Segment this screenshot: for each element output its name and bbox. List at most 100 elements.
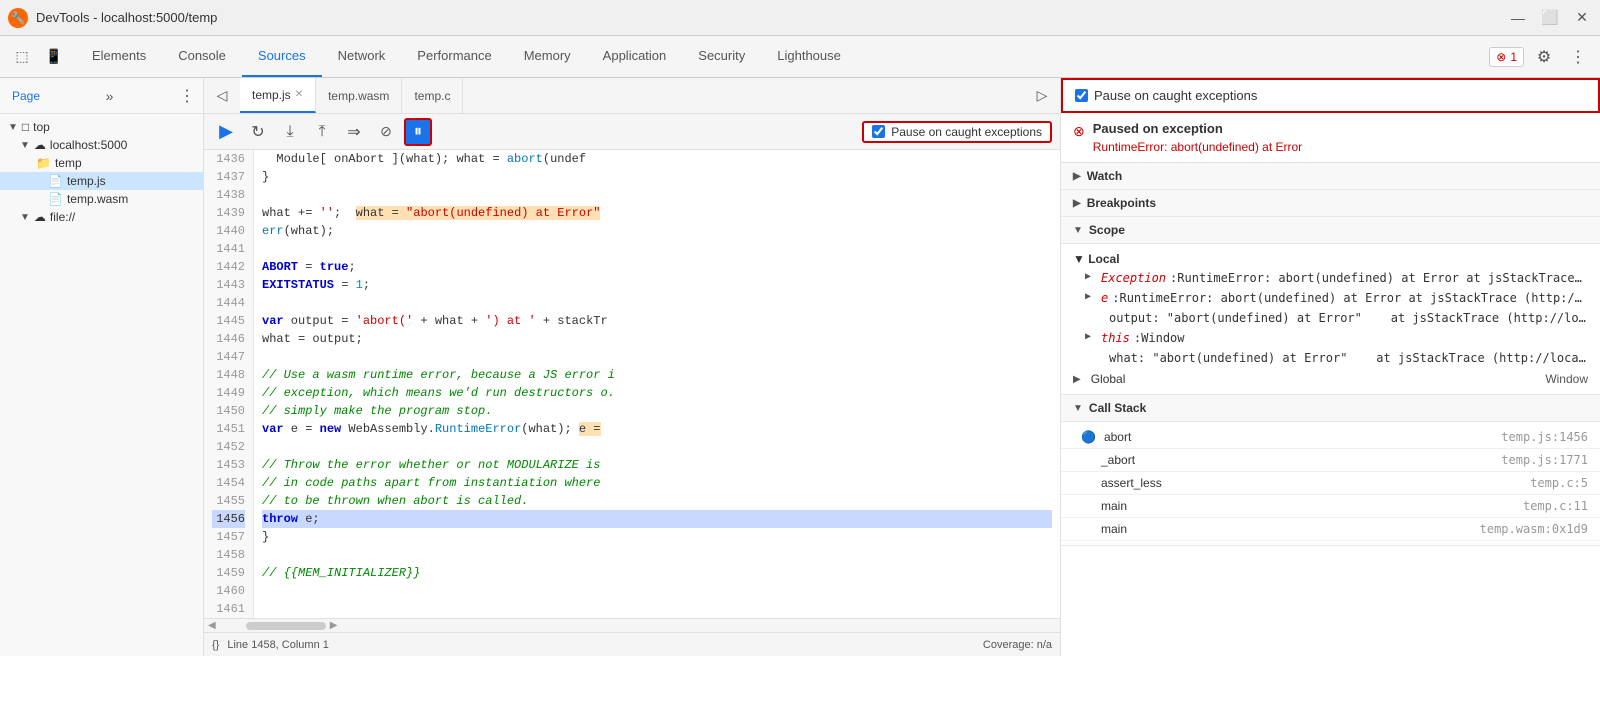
minimize-button[interactable]: —: [1508, 8, 1528, 28]
code-line: // to be thrown when abort is called.: [262, 492, 1052, 510]
callstack-arrow: ▼: [1073, 403, 1083, 414]
tree-item-file[interactable]: ▼ ☁ file://: [0, 208, 203, 226]
sidebar-tree: ▼ □ top ▼ ☁ localhost:5000 📁 temp 📄 temp…: [0, 114, 203, 656]
titlebar-left: 🔧 DevTools - localhost:5000/temp: [8, 8, 217, 28]
file-icon-tempjs: 📄: [48, 174, 63, 188]
sidebar-tab-page[interactable]: Page: [8, 87, 44, 105]
breakpoints-arrow: ▶: [1073, 198, 1081, 209]
close-button[interactable]: ✕: [1572, 8, 1592, 28]
tree-item-top[interactable]: ▼ □ top: [0, 118, 203, 136]
tab-sources[interactable]: Sources: [242, 36, 322, 77]
pause-exceptions-label-right: Pause on caught exceptions: [1094, 88, 1257, 103]
left-scroll-arrow[interactable]: ◀: [208, 620, 216, 631]
tree-label-tempwasm: temp.wasm: [67, 192, 195, 206]
section-watch[interactable]: ▶ Watch: [1061, 163, 1600, 190]
callstack-label: Call Stack: [1089, 401, 1146, 415]
more-menu-button[interactable]: ⋮: [1564, 43, 1592, 71]
code-content[interactable]: Module[ onAbort ](what); what = abort(un…: [254, 150, 1060, 618]
scope-global[interactable]: ▶ Global Window: [1061, 368, 1600, 390]
editor-tab-tempc[interactable]: temp.c: [402, 78, 463, 113]
tab-application[interactable]: Application: [587, 36, 683, 77]
scope-item-exception[interactable]: ▶ Exception: RuntimeError: abort(undefin…: [1061, 268, 1600, 288]
tab-memory[interactable]: Memory: [508, 36, 587, 77]
editor-tab-tempjs[interactable]: temp.js ✕: [240, 78, 316, 113]
tab-console[interactable]: Console: [162, 36, 242, 77]
horizontal-scrollbar[interactable]: ◀ ▶: [204, 618, 1060, 632]
callstack-fn: assert_less: [1081, 476, 1162, 490]
section-breakpoints[interactable]: ▶ Breakpoints: [1061, 190, 1600, 217]
sources-area: Page » ⋮ ▼ □ top ▼ ☁ localhost:5000 📁 te…: [0, 78, 1600, 656]
step-into-button[interactable]: ⤓: [276, 118, 304, 146]
tab-lighthouse[interactable]: Lighthouse: [761, 36, 857, 77]
devtools-panel-icons: ⬚ 📱: [8, 36, 68, 77]
tree-item-tempjs[interactable]: 📄 temp.js: [0, 172, 203, 190]
tab-elements[interactable]: Elements: [76, 36, 162, 77]
editor-statusbar: {} Line 1458, Column 1 Coverage: n/a: [204, 632, 1060, 656]
step-out-button[interactable]: ⤒: [308, 118, 336, 146]
toolbar-right: ⊗ 1 ⚙ ⋮: [1489, 43, 1592, 71]
error-count: 1: [1510, 50, 1517, 64]
scope-content: ▼ Local ▶ Exception: RuntimeError: abort…: [1061, 244, 1600, 395]
right-scroll-arrow[interactable]: ▶: [330, 620, 338, 631]
code-editor[interactable]: 1436143714381439 1440144114421443 144414…: [204, 150, 1060, 618]
step-over-button[interactable]: ↻: [244, 118, 272, 146]
pause-exceptions-checkbox-right[interactable]: [1075, 89, 1088, 102]
section-scope[interactable]: ▼ Scope: [1061, 217, 1600, 244]
exception-title: Paused on exception: [1093, 121, 1302, 136]
error-icon: ⊗: [1496, 50, 1506, 64]
callstack-item-abort[interactable]: 🔵 abort temp.js:1456: [1061, 426, 1600, 449]
sidebar-menu-icon[interactable]: ⋮: [179, 86, 195, 106]
editor-nav-back[interactable]: ◁: [208, 82, 236, 110]
deactivate-button[interactable]: ⊘: [372, 118, 400, 146]
device-icon[interactable]: 📱: [40, 43, 68, 71]
code-line: [262, 348, 1052, 366]
maximize-button[interactable]: ⬜: [1540, 8, 1560, 28]
scope-item-this[interactable]: ▶ this: Window: [1061, 328, 1600, 348]
callstack-item-abort2[interactable]: _abort temp.js:1771: [1061, 449, 1600, 472]
tab-network[interactable]: Network: [322, 36, 402, 77]
global-arrow: ▶: [1073, 374, 1081, 385]
exception-message: RuntimeError: abort(undefined) at Error: [1093, 140, 1302, 154]
editor-tab-tempwasm[interactable]: temp.wasm: [316, 78, 402, 113]
tree-item-localhost[interactable]: ▼ ☁ localhost:5000: [0, 136, 203, 154]
section-callstack[interactable]: ▼ Call Stack: [1061, 395, 1600, 422]
editor-tab-label-tempwasm: temp.wasm: [328, 89, 389, 103]
inspect-icon[interactable]: ⬚: [8, 43, 36, 71]
tab-security[interactable]: Security: [682, 36, 761, 77]
code-line: EXITSTATUS = 1;: [262, 276, 1052, 294]
callstack-content: 🔵 abort temp.js:1456 _abort temp.js:1771…: [1061, 422, 1600, 546]
sidebar-header: Page » ⋮: [0, 78, 203, 114]
step-button[interactable]: ⇒: [340, 118, 368, 146]
resume-button[interactable]: ▶: [212, 118, 240, 146]
hscroll-thumb[interactable]: [246, 622, 326, 630]
sidebar-more-icon[interactable]: »: [106, 88, 114, 104]
code-line: [262, 240, 1052, 258]
code-line: var e = new WebAssembly.RuntimeError(wha…: [262, 420, 1052, 438]
code-line: [262, 600, 1052, 618]
tree-label-temp: temp: [55, 156, 195, 170]
tree-item-temp[interactable]: 📁 temp: [0, 154, 203, 172]
callstack-item-main2[interactable]: main temp.wasm:0x1d9: [1061, 518, 1600, 541]
callstack-item-main1[interactable]: main temp.c:11: [1061, 495, 1600, 518]
pause-exceptions-control: Pause on caught exceptions: [862, 121, 1052, 143]
global-label: Global: [1091, 372, 1126, 386]
tree-item-tempwasm[interactable]: 📄 temp.wasm: [0, 190, 203, 208]
tab-performance[interactable]: Performance: [401, 36, 507, 77]
scope-value: what: "abort(undefined) at Error" at jsS…: [1109, 351, 1588, 365]
callstack-item-assert[interactable]: assert_less temp.c:5: [1061, 472, 1600, 495]
editor-add-tab[interactable]: ▷: [1028, 82, 1056, 110]
callstack-fn: main: [1081, 499, 1127, 513]
error-badge[interactable]: ⊗ 1: [1489, 47, 1524, 67]
folder-icon-temp: 📁: [36, 156, 51, 170]
code-line: // Throw the error whether or not MODULA…: [262, 456, 1052, 474]
pause-exceptions-checkbox[interactable]: [872, 125, 885, 138]
settings-button[interactable]: ⚙: [1530, 43, 1558, 71]
pause-button[interactable]: ⏸: [404, 118, 432, 146]
tree-label-top: top: [33, 120, 195, 134]
format-icon[interactable]: {}: [212, 639, 219, 651]
scope-label: Scope: [1089, 223, 1125, 237]
editor-tab-close-tempjs[interactable]: ✕: [295, 89, 303, 100]
code-line: what = output;: [262, 330, 1052, 348]
watch-label: Watch: [1087, 169, 1123, 183]
scope-item-e[interactable]: ▶ e: RuntimeError: abort(undefined) at E…: [1061, 288, 1600, 308]
